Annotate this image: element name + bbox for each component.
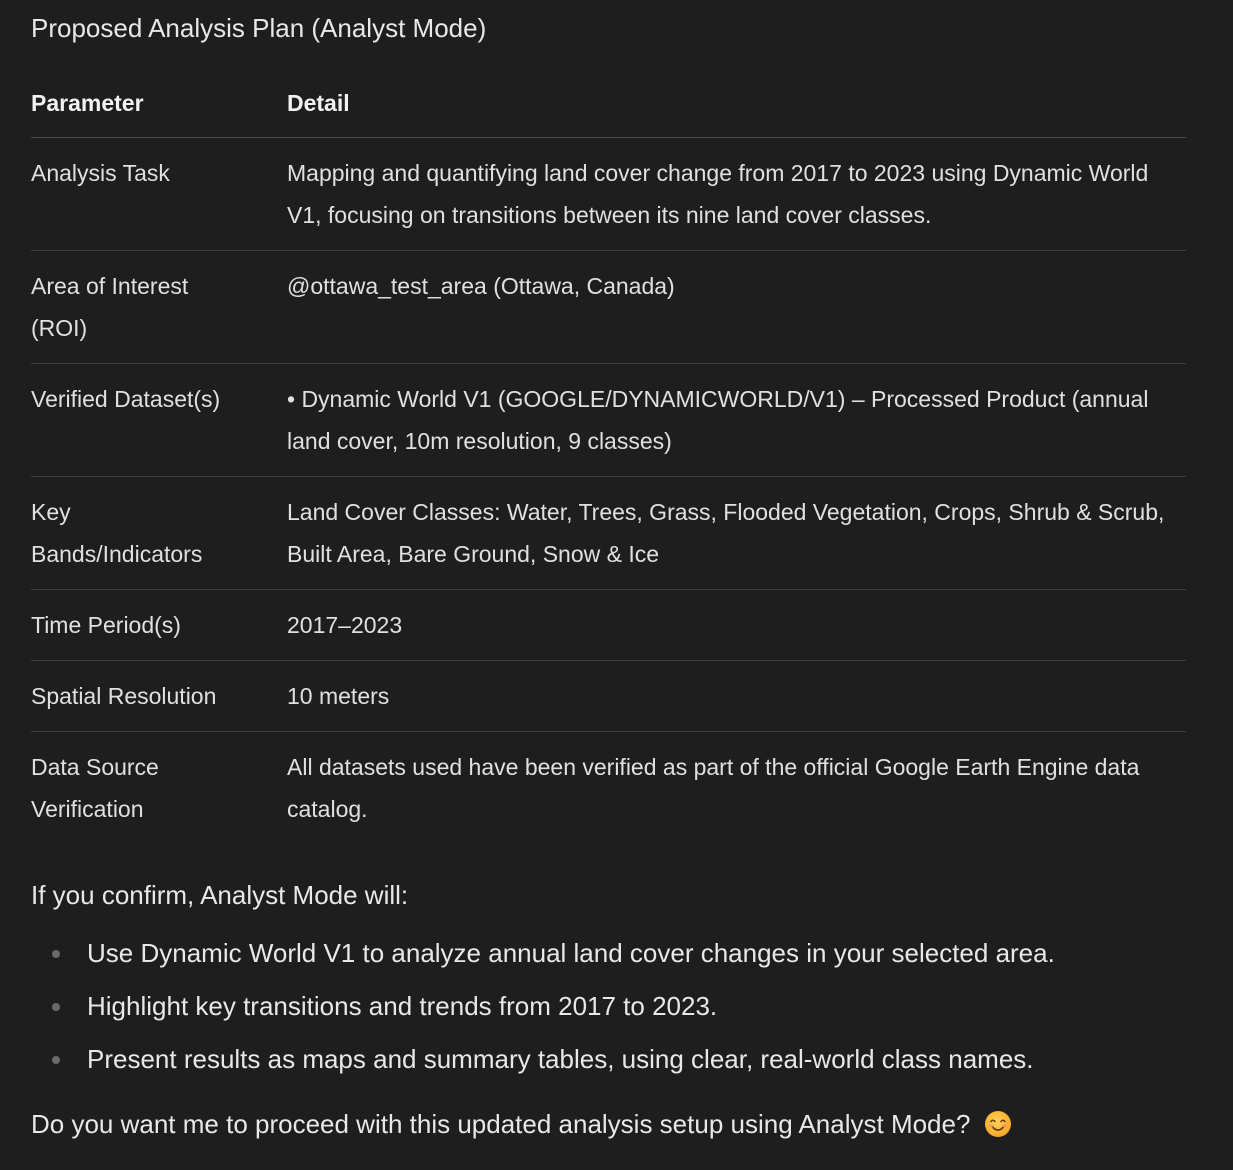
analysis-plan-table: Parameter Detail Analysis Task Mapping a… xyxy=(31,82,1186,844)
table-row: Time Period(s) 2017–2023 xyxy=(31,590,1186,661)
row-detail: @ottawa_test_area (Ottawa, Canada) xyxy=(287,273,675,299)
list-item: Use Dynamic World V1 to analyze annual l… xyxy=(31,936,1186,970)
step-text: Highlight key transitions and trends fro… xyxy=(87,991,718,1021)
row-parameter: Area of Interest (ROI) xyxy=(31,251,287,364)
row-parameter-text: Key Bands/Indicators xyxy=(31,499,203,567)
header-detail: Detail xyxy=(287,90,350,116)
header-parameter: Parameter xyxy=(31,90,144,116)
row-parameter: Key Bands/Indicators xyxy=(31,477,287,590)
chat-message: Proposed Analysis Plan (Analyst Mode) Pa… xyxy=(0,0,1186,1141)
row-detail: Land Cover Classes: Water, Trees, Grass,… xyxy=(287,499,1165,567)
row-parameter: Time Period(s) xyxy=(31,612,181,638)
row-detail: 10 meters xyxy=(287,683,390,709)
table-row: Key Bands/Indicators Land Cover Classes:… xyxy=(31,477,1186,590)
row-detail: 2017–2023 xyxy=(287,612,403,638)
table-row: Verified Dataset(s) • Dynamic World V1 (… xyxy=(31,364,1186,477)
question-text: Do you want me to proceed with this upda… xyxy=(31,1109,971,1139)
bullet-icon xyxy=(52,950,60,958)
step-text: Present results as maps and summary tabl… xyxy=(87,1044,1034,1074)
bullet-icon xyxy=(52,1056,60,1064)
list-item: Present results as maps and summary tabl… xyxy=(31,1042,1186,1076)
steps-list: Use Dynamic World V1 to analyze annual l… xyxy=(31,936,1186,1076)
proceed-question: Do you want me to proceed with this upda… xyxy=(31,1107,1186,1141)
plan-heading: Proposed Analysis Plan (Analyst Mode) xyxy=(31,13,487,43)
row-parameter: Data Source Verification xyxy=(31,732,287,845)
table-row: Analysis Task Mapping and quantifying la… xyxy=(31,138,1186,251)
confirm-intro: If you confirm, Analyst Mode will: xyxy=(31,880,409,910)
table-row: Data Source Verification All datasets us… xyxy=(31,732,1186,845)
row-parameter-text: Area of Interest (ROI) xyxy=(31,273,189,341)
table-header-row: Parameter Detail xyxy=(31,82,1186,138)
bullet-icon xyxy=(52,1003,60,1011)
row-parameter: Analysis Task xyxy=(31,160,170,186)
list-item: Highlight key transitions and trends fro… xyxy=(31,989,1186,1023)
table-row: Spatial Resolution 10 meters xyxy=(31,661,1186,732)
table-row: Area of Interest (ROI) @ottawa_test_area… xyxy=(31,251,1186,364)
row-detail: Mapping and quantifying land cover chang… xyxy=(287,160,1149,228)
row-parameter-text: Data Source Verification xyxy=(31,754,159,822)
step-text: Use Dynamic World V1 to analyze annual l… xyxy=(87,938,1055,968)
smiling-face-icon xyxy=(984,1111,1011,1137)
row-parameter: Verified Dataset(s) xyxy=(31,386,221,412)
row-detail: All datasets used have been verified as … xyxy=(287,754,1140,822)
row-detail: • Dynamic World V1 (GOOGLE/DYNAMICWORLD/… xyxy=(287,386,1149,454)
row-parameter: Spatial Resolution xyxy=(31,683,217,709)
